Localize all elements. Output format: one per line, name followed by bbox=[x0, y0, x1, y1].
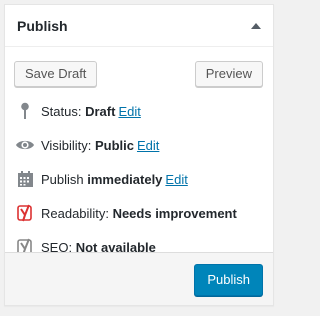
schedule-label: Publish bbox=[41, 171, 84, 187]
publish-box-header[interactable]: Publish bbox=[5, 5, 273, 47]
readability-value: Needs improvement bbox=[112, 205, 237, 221]
eye-icon bbox=[15, 135, 35, 155]
readability-label: Readability: bbox=[41, 205, 109, 221]
status-label: Status: bbox=[41, 103, 82, 119]
visibility-value: Public bbox=[94, 137, 134, 153]
edit-schedule-link[interactable]: Edit bbox=[165, 172, 187, 187]
readability-row: Readability: Needs improvement bbox=[15, 199, 273, 227]
yoast-readability-icon bbox=[15, 203, 35, 223]
status-value: Draft bbox=[85, 103, 116, 119]
visibility-row: Visibility: Public Edit bbox=[15, 131, 273, 159]
schedule-row: Publish immediately Edit bbox=[15, 165, 273, 193]
calendar-icon bbox=[15, 169, 35, 189]
collapse-arrow-icon[interactable] bbox=[251, 22, 261, 29]
publish-box-title: Publish bbox=[17, 17, 68, 34]
publish-box: Publish Save Draft Preview Status: Draft… bbox=[4, 4, 274, 306]
misc-publishing-actions: Status: Draft Edit Visibility: Public Edit bbox=[5, 89, 273, 261]
visibility-label: Visibility: bbox=[41, 137, 92, 153]
publish-button[interactable]: Publish bbox=[194, 264, 263, 296]
save-draft-button[interactable]: Save Draft bbox=[14, 61, 98, 87]
minor-publishing-actions: Save Draft Preview bbox=[5, 47, 273, 89]
schedule-value: immediately bbox=[87, 171, 163, 187]
edit-visibility-link[interactable]: Edit bbox=[137, 138, 159, 153]
preview-button[interactable]: Preview bbox=[194, 61, 263, 87]
edit-status-link[interactable]: Edit bbox=[118, 104, 140, 119]
major-publishing-actions: Publish bbox=[5, 252, 273, 305]
status-row: Status: Draft Edit bbox=[15, 97, 273, 125]
pin-icon bbox=[15, 101, 35, 121]
